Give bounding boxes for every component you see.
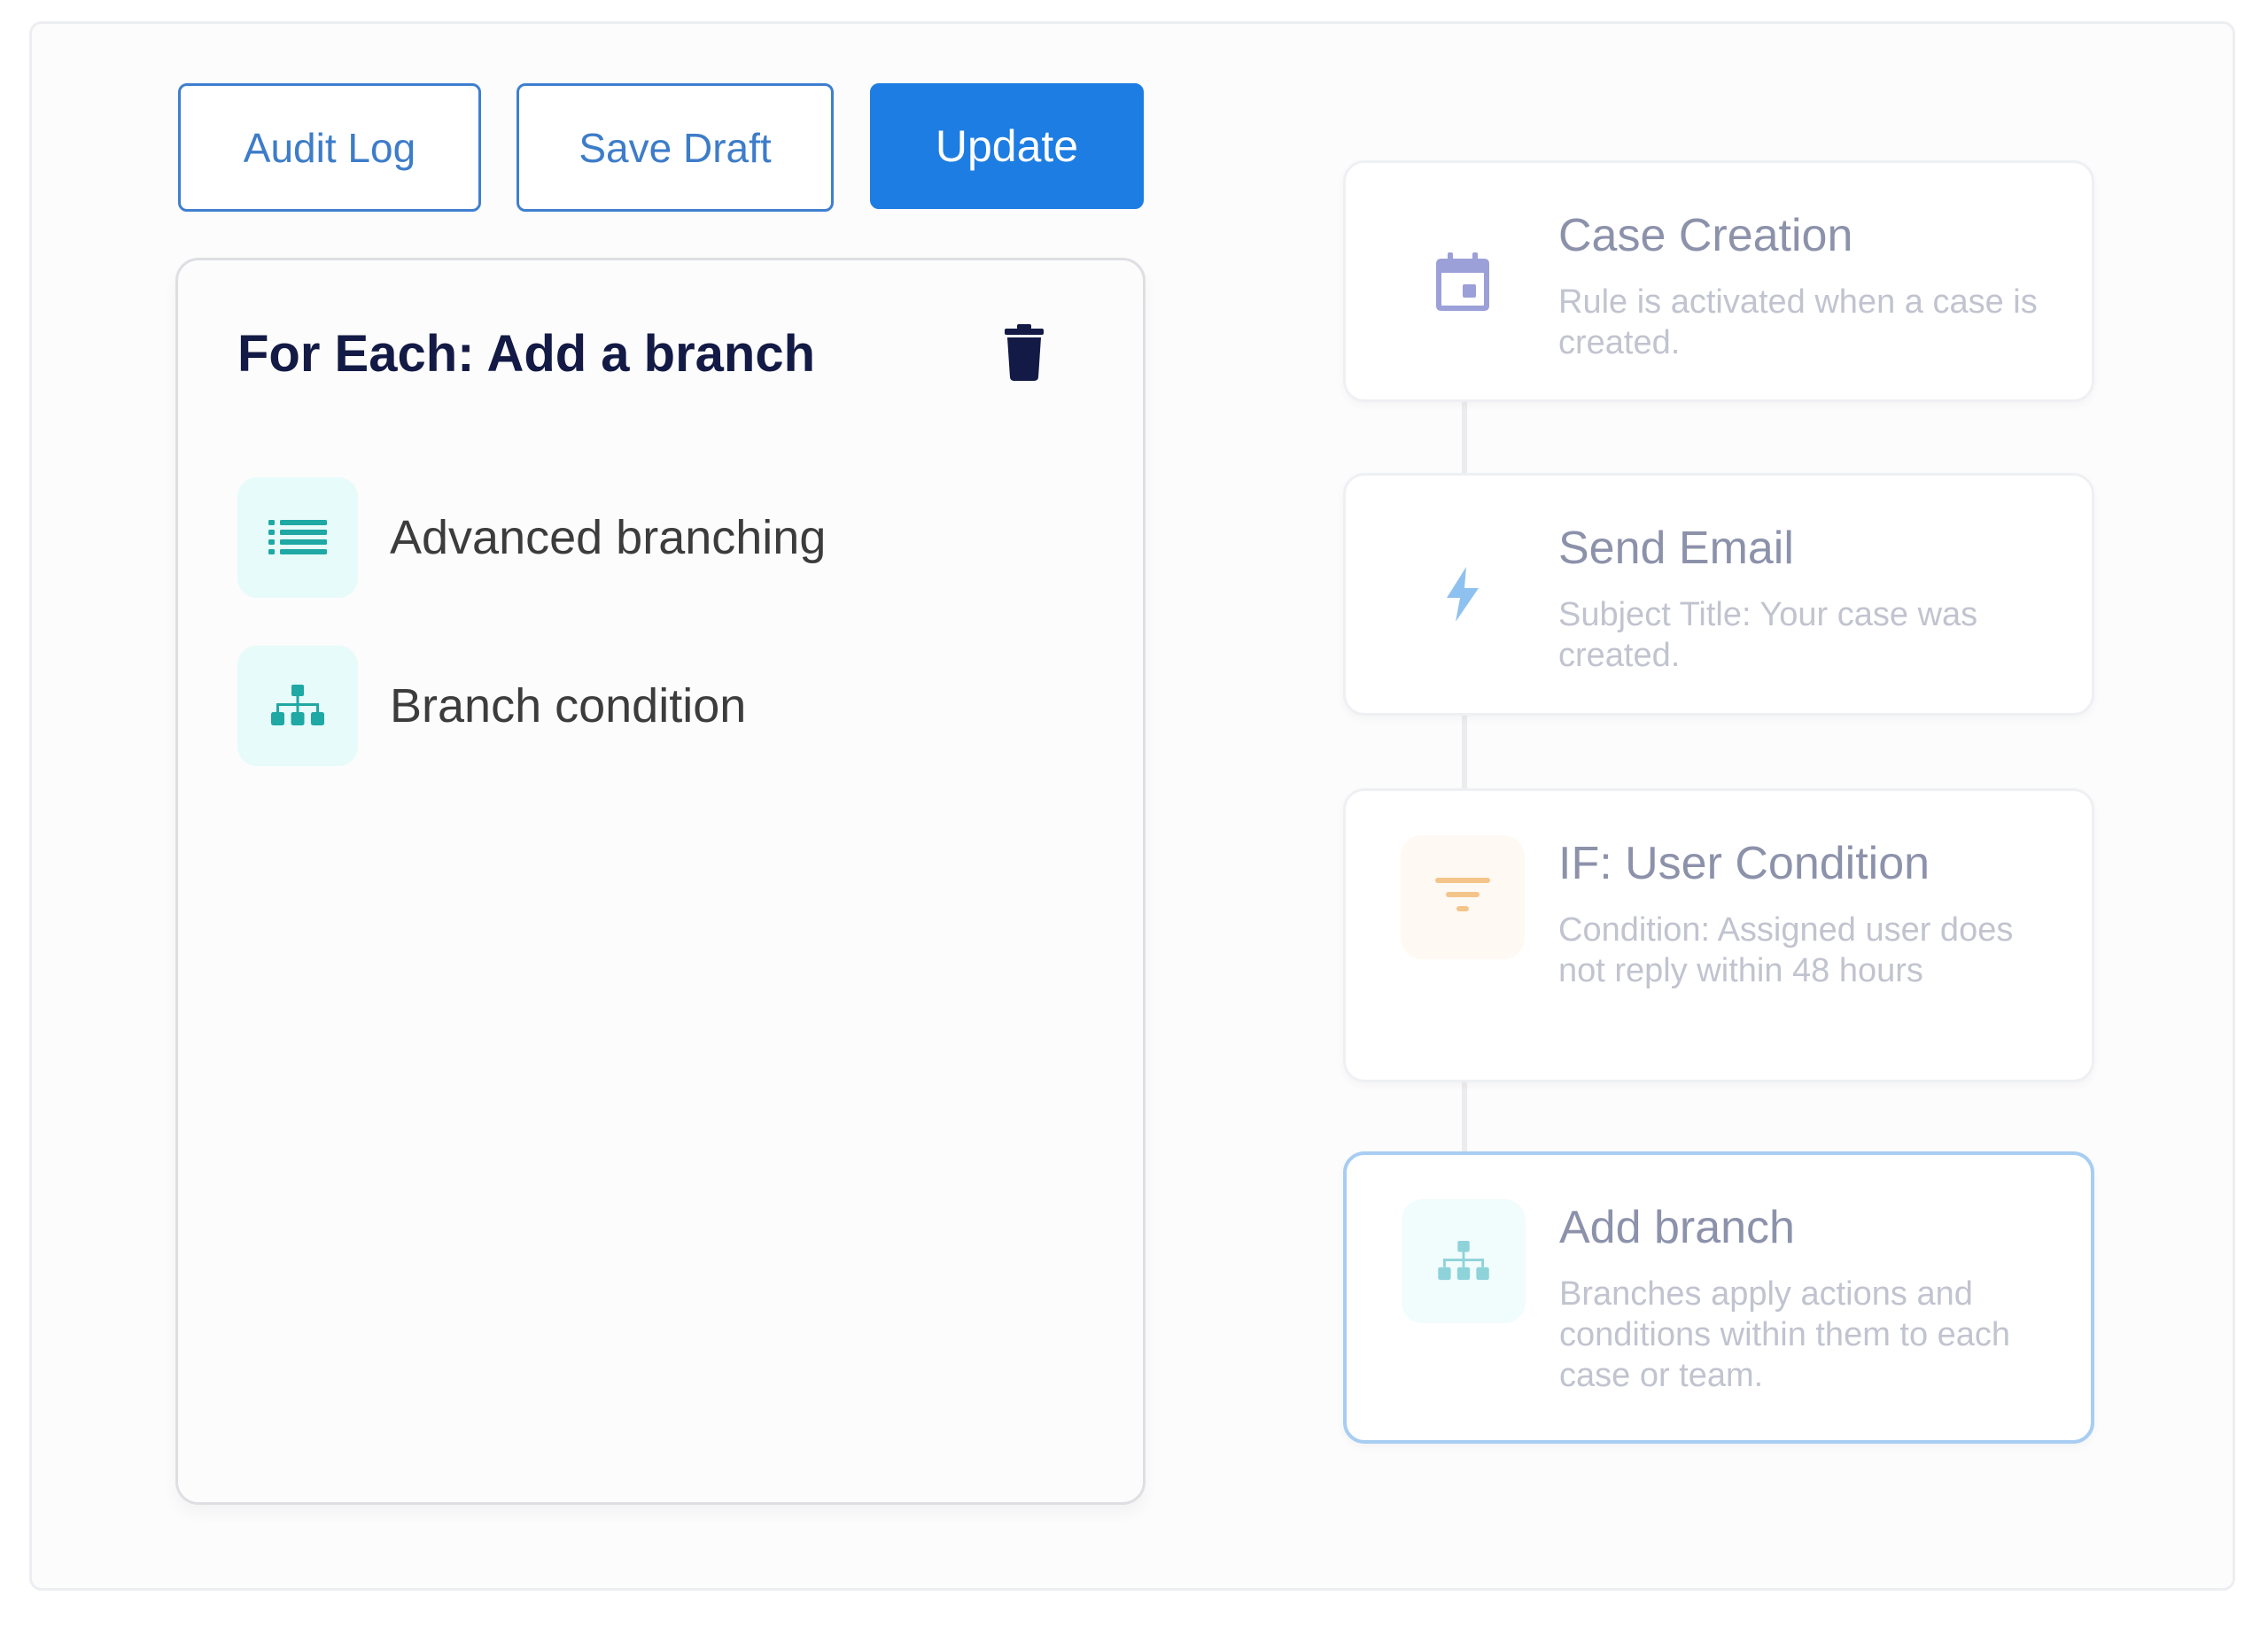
step-description: Subject Title: Your case was created. bbox=[1558, 596, 1978, 674]
step-card-case-creation[interactable]: Case Creation Rule is activated when a c… bbox=[1343, 160, 2094, 402]
step-description: Rule is activated when a case is created… bbox=[1558, 283, 2038, 361]
option-label: Branch condition bbox=[390, 679, 747, 732]
step-description: Branches apply actions and conditions wi… bbox=[1559, 1275, 2011, 1394]
audit-log-button[interactable]: Audit Log bbox=[178, 83, 481, 212]
step-card-send-email[interactable]: Send Email Subject Title: Your case was … bbox=[1343, 473, 2094, 716]
lightning-icon bbox=[1447, 567, 1479, 622]
option-branch-condition[interactable]: Branch condition bbox=[237, 646, 1088, 766]
flow-connector bbox=[1462, 714, 1467, 788]
flow-connector bbox=[1462, 400, 1467, 473]
step-title: IF: User Condition bbox=[1558, 838, 1930, 889]
sitemap-icon bbox=[271, 685, 324, 725]
update-button[interactable]: Update bbox=[870, 83, 1144, 209]
sitemap-icon-box bbox=[1402, 1199, 1526, 1323]
sitemap-icon bbox=[1438, 1241, 1489, 1281]
step-title: Send Email bbox=[1558, 523, 1794, 574]
step-title: Add branch bbox=[1559, 1202, 1795, 1253]
calendar-icon bbox=[1436, 252, 1489, 311]
step-card-user-condition[interactable]: IF: User Condition Condition: Assigned u… bbox=[1343, 788, 2094, 1082]
list-icon-box bbox=[237, 477, 358, 598]
step-title: Case Creation bbox=[1558, 210, 1853, 261]
filter-icon-box bbox=[1401, 835, 1525, 959]
branch-panel: For Each: Add a branch Advanced branchin… bbox=[175, 258, 1146, 1505]
save-draft-button[interactable]: Save Draft bbox=[517, 83, 834, 212]
lightning-icon-box bbox=[1401, 532, 1525, 656]
sitemap-icon-box bbox=[237, 646, 358, 766]
list-icon bbox=[268, 520, 327, 554]
option-advanced-branching[interactable]: Advanced branching bbox=[237, 477, 1088, 598]
step-card-add-branch[interactable]: Add branch Branches apply actions and co… bbox=[1343, 1151, 2094, 1444]
flow-connector bbox=[1462, 1081, 1467, 1153]
trash-icon[interactable] bbox=[1003, 324, 1045, 381]
filter-icon bbox=[1435, 878, 1490, 911]
calendar-icon-box bbox=[1401, 220, 1525, 344]
option-label: Advanced branching bbox=[390, 511, 827, 564]
step-description: Condition: Assigned user does not reply … bbox=[1558, 911, 2014, 989]
panel-title: For Each: Add a branch bbox=[237, 325, 816, 383]
